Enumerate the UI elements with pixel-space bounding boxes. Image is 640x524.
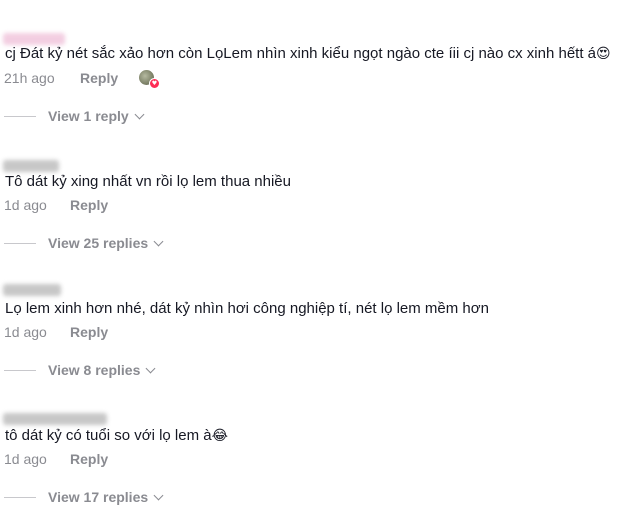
comment-text: tô dát kỷ có tuổi so với lọ lem à😂 (5, 426, 228, 446)
laughing-emoji-icon: 😂 (211, 428, 228, 444)
reply-button[interactable]: Reply (70, 451, 108, 467)
username-blurred[interactable] (3, 413, 107, 425)
view-replies-button[interactable]: View 17 replies (48, 489, 164, 505)
comment-item: tô dát kỷ có tuổi so với lọ lem à😂 1d ag… (0, 0, 640, 520)
view-replies-label: View 17 replies (48, 489, 149, 505)
divider-line (4, 497, 36, 498)
chevron-down-icon (153, 490, 164, 501)
comment-text-body: tô dát kỷ có tuổi so với lọ lem à (5, 427, 212, 444)
comment-time: 1d ago (4, 451, 47, 467)
